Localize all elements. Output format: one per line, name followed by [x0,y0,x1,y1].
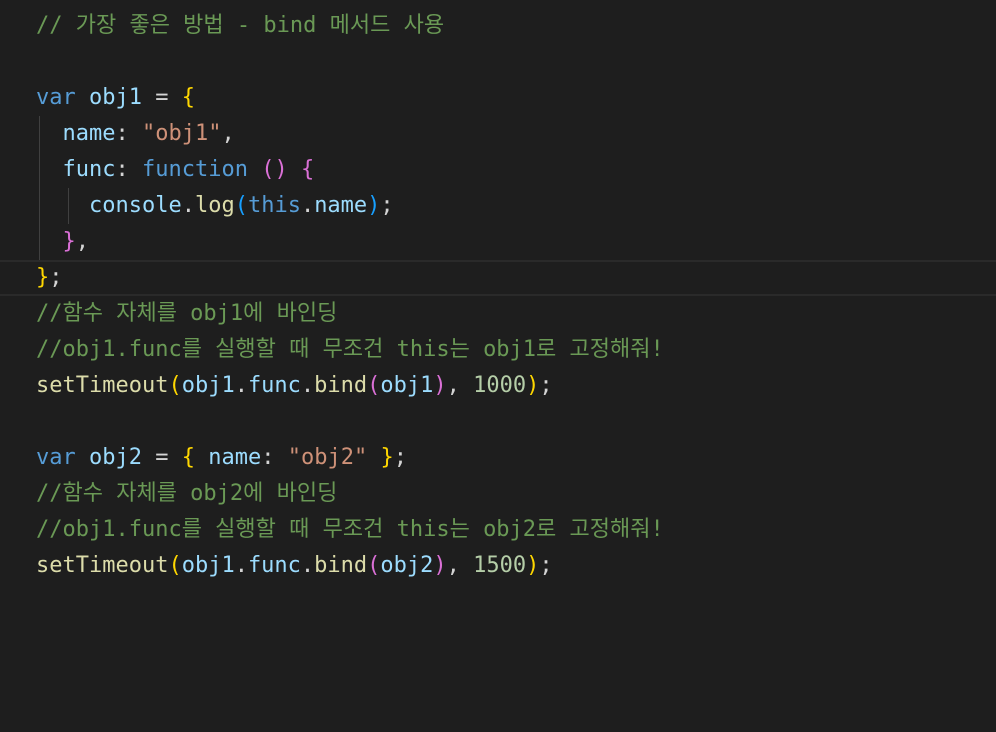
code-token-func: bind [314,553,368,578]
code-token-func: bind [314,373,368,398]
code-token-keyword: var [36,445,76,470]
code-token-var: obj1 [181,373,235,398]
code-token-punct: ; [393,445,407,470]
code-token-brace2: } [62,229,76,254]
code-token-var: obj1 [380,373,434,398]
code-token-brace1: { [181,85,195,110]
code-token-var: func [62,157,116,182]
code-line[interactable]: }; [0,260,996,296]
code-token-punct [76,445,89,470]
code-line[interactable]: var obj2 = { name: "obj2" }; [36,440,996,476]
code-token-comment: // 가장 좋은 방법 - bind 메서드 사용 [36,13,445,38]
code-token-punct [288,157,301,182]
code-token-var: name [62,121,116,146]
code-token-var: obj2 [89,445,142,470]
code-line[interactable]: console.log(this.name); [36,188,996,224]
code-editor[interactable]: // 가장 좋은 방법 - bind 메서드 사용 var obj1 = { n… [0,0,996,732]
code-token-punct: . [300,553,315,578]
code-line[interactable]: name: "obj1", [36,116,996,152]
code-token-var: func [247,553,301,578]
code-line[interactable]: //함수 자체를 obj1에 바인딩 [36,296,996,332]
code-token-punct: : [115,121,142,146]
code-token-brace2: ) [433,373,447,398]
code-token-punct: = [141,85,182,110]
code-line[interactable]: }, [36,224,996,260]
code-line[interactable]: //obj1.func를 실행할 때 무조건 this는 obj2로 고정해줘! [36,512,996,548]
code-token-var: console [88,193,182,218]
code-token-keyword: function [141,157,248,182]
code-line[interactable]: // 가장 좋은 방법 - bind 메서드 사용 [36,8,996,44]
code-line[interactable] [36,44,996,80]
code-lines[interactable]: // 가장 좋은 방법 - bind 메서드 사용 var obj1 = { n… [0,8,996,584]
code-token-brace1: } [380,445,394,470]
code-token-keyword: this [247,193,301,218]
code-token-var: name [208,445,262,470]
code-token-punct [36,229,63,254]
code-token-punct [36,157,63,182]
code-line[interactable] [36,404,996,440]
code-token-brace2: ) [433,553,447,578]
code-token-brace1: { [181,445,195,470]
code-token-punct [36,193,89,218]
code-token-func: setTimeout [36,373,169,398]
code-line[interactable]: //함수 자체를 obj2에 바인딩 [36,476,996,512]
code-token-brace1: } [36,265,50,290]
code-token-punct [76,85,89,110]
code-token-punct: , [221,121,235,146]
code-token-punct: . [181,193,195,218]
code-token-number: 1000 [473,373,527,398]
code-token-comment: //obj1.func를 실행할 때 무조건 this는 obj1로 고정해줘! [36,337,664,362]
code-line[interactable]: setTimeout(obj1.func.bind(obj1), 1000); [36,368,996,404]
code-token-punct [36,121,63,146]
code-token-punct: ; [380,193,394,218]
code-token-punct [248,157,261,182]
code-token-brace1: ( [168,553,182,578]
code-token-brace2: () [261,157,288,182]
code-token-punct [367,445,380,470]
code-token-punct: = [141,445,182,470]
code-token-punct: . [234,373,248,398]
code-token-punct: : [261,445,288,470]
code-token-var: obj1 [89,85,142,110]
code-token-keyword: var [36,85,76,110]
code-token-func: log [194,193,235,218]
code-token-string: "obj2" [287,445,368,470]
code-token-brace1: ) [526,373,540,398]
code-token-brace3: ) [367,193,381,218]
code-token-punct: . [234,553,248,578]
code-token-comment: //함수 자체를 obj1에 바인딩 [36,301,338,326]
code-token-comment: //obj1.func를 실행할 때 무조건 this는 obj2로 고정해줘! [36,517,664,542]
code-token-brace1: ) [526,553,540,578]
code-token-punct [195,445,208,470]
code-token-punct: . [300,373,315,398]
code-token-punct: , [446,373,474,398]
code-token-brace1: ( [168,373,182,398]
code-token-brace2: ( [367,373,381,398]
code-token-punct: , [446,553,474,578]
code-token-punct: ; [49,265,63,290]
code-token-comment: //함수 자체를 obj2에 바인딩 [36,481,338,506]
code-token-var: func [247,373,301,398]
code-token-number: 1500 [473,553,527,578]
code-token-func: setTimeout [36,553,169,578]
code-token-var: obj2 [380,553,434,578]
code-line[interactable]: func: function () { [36,152,996,188]
code-token-brace2: { [300,157,315,182]
code-token-var: name [314,193,368,218]
code-token-punct: , [75,229,89,254]
code-token-punct: . [300,193,315,218]
code-token-punct: ; [539,373,553,398]
code-token-punct: ; [539,553,553,578]
code-token-string: "obj1" [141,121,222,146]
code-token-brace2: ( [367,553,381,578]
code-token-var: obj1 [181,553,235,578]
code-line[interactable]: //obj1.func를 실행할 때 무조건 this는 obj1로 고정해줘! [36,332,996,368]
code-line[interactable]: var obj1 = { [36,80,996,116]
code-token-punct: : [115,157,142,182]
code-line[interactable]: setTimeout(obj1.func.bind(obj2), 1500); [36,548,996,584]
code-token-brace3: ( [234,193,248,218]
